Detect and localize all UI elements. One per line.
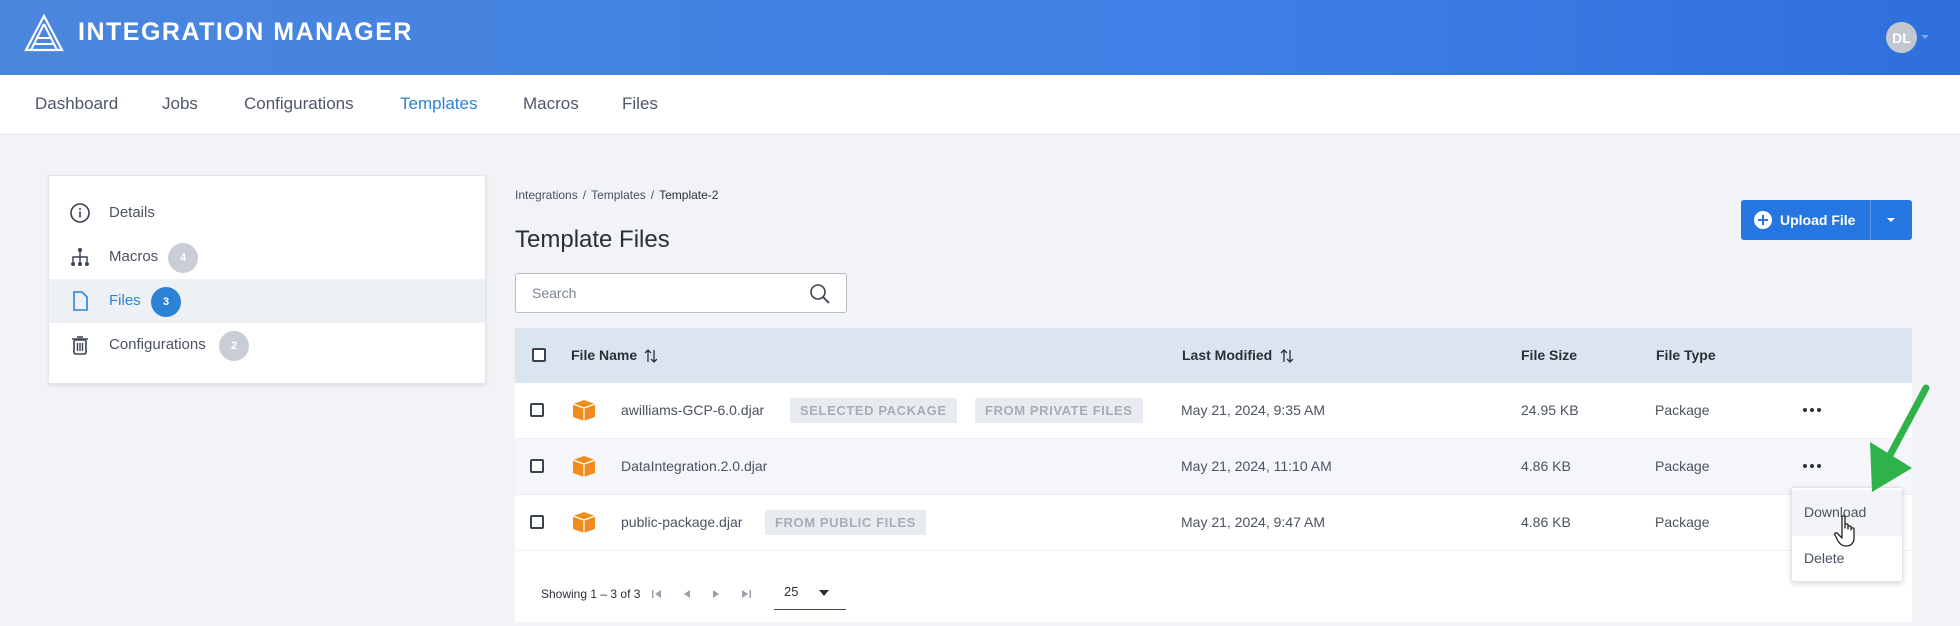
count-badge: 4 (168, 243, 198, 273)
app-title: INTEGRATION MANAGER (78, 18, 413, 46)
search-icon[interactable] (808, 282, 832, 306)
sidebar-item-configurations[interactable]: Configurations 2 (49, 323, 485, 367)
template-sidebar: Details Macros 4 Files 3 Configurations … (48, 175, 486, 384)
breadcrumb-separator: / (650, 188, 655, 202)
tab-macros[interactable]: Macros (523, 94, 579, 114)
row-checkbox[interactable] (530, 459, 544, 473)
avatar[interactable]: DL (1886, 22, 1917, 53)
more-icon[interactable] (1801, 403, 1825, 417)
tab-files[interactable]: Files (622, 94, 658, 114)
file-size: 4.86 KB (1521, 458, 1571, 474)
breadcrumb-current: Template-2 (659, 188, 719, 202)
sort-icon[interactable] (1279, 348, 1295, 364)
rows-per-page-select[interactable]: 25 (774, 578, 846, 610)
page-title: Template Files (515, 226, 670, 253)
trash-icon (72, 336, 88, 355)
source-tag: FROM PRIVATE FILES (975, 398, 1143, 423)
pagination-summary: Showing 1 – 3 of 3 (541, 587, 641, 601)
package-icon (572, 456, 596, 477)
package-icon (572, 400, 596, 421)
file-name[interactable]: awilliams-GCP-6.0.djar (621, 402, 764, 418)
search-input[interactable] (517, 275, 797, 311)
column-header-file-type: File Type (1656, 347, 1716, 363)
first-page-icon[interactable] (651, 588, 663, 600)
plus-circle-icon (1754, 211, 1772, 229)
package-icon (572, 512, 596, 533)
file-type: Package (1655, 514, 1710, 530)
search-box (515, 273, 847, 313)
last-page-icon[interactable] (740, 588, 752, 600)
info-icon (70, 203, 90, 223)
breadcrumb: Integrations / Templates / Template-2 (515, 188, 718, 202)
upload-file-label: Upload File (1780, 212, 1856, 228)
chevron-down-icon (819, 590, 829, 596)
files-table: File Name Last Modified File Size File T… (515, 328, 1912, 622)
select-all-checkbox[interactable] (532, 348, 546, 362)
chevron-down-icon[interactable] (1921, 35, 1929, 39)
mountain-logo-icon[interactable] (24, 14, 64, 52)
selected-package-tag: SELECTED PACKAGE (790, 398, 957, 423)
table-row[interactable]: awilliams-GCP-6.0.djar SELECTED PACKAGE … (515, 383, 1912, 439)
column-header-file-name[interactable]: File Name (571, 347, 637, 363)
last-modified: May 21, 2024, 9:47 AM (1181, 514, 1325, 530)
previous-page-icon[interactable] (681, 588, 693, 600)
row-checkbox[interactable] (530, 515, 544, 529)
file-name[interactable]: DataIntegration.2.0.djar (621, 458, 767, 474)
table-row[interactable]: public-package.djar FROM PUBLIC FILES Ma… (515, 495, 1912, 551)
table-row[interactable]: DataIntegration.2.0.djar May 21, 2024, 1… (515, 439, 1912, 495)
tab-dashboard[interactable]: Dashboard (35, 94, 118, 114)
pagination: Showing 1 – 3 of 3 25 (515, 566, 1912, 622)
file-name[interactable]: public-package.djar (621, 514, 742, 530)
top-header: INTEGRATION MANAGER DL (0, 0, 1960, 75)
sidebar-item-label: Macros (109, 248, 159, 265)
sidebar-item-files[interactable]: Files 3 (49, 279, 485, 323)
annotation-arrow-icon (1870, 384, 1930, 492)
more-icon[interactable] (1801, 459, 1825, 473)
upload-options-dropdown-button[interactable] (1871, 200, 1912, 240)
column-header-file-size: File Size (1521, 347, 1578, 363)
row-checkbox[interactable] (530, 403, 544, 417)
file-size: 24.95 KB (1521, 402, 1579, 418)
count-badge: 2 (219, 331, 249, 361)
table-header: File Name Last Modified File Size File T… (515, 328, 1912, 383)
sidebar-item-label: Files (109, 292, 141, 309)
breadcrumb-separator: / (582, 188, 587, 202)
tab-templates[interactable]: Templates (400, 94, 477, 114)
column-header-last-modified[interactable]: Last Modified (1182, 347, 1272, 363)
count-badge: 3 (151, 287, 181, 317)
source-tag: FROM PUBLIC FILES (765, 510, 926, 535)
sidebar-item-label: Configurations (109, 336, 206, 353)
hand-cursor-icon (1834, 515, 1855, 547)
sidebar-item-details[interactable]: Details (49, 191, 485, 235)
tab-configurations[interactable]: Configurations (244, 94, 354, 114)
file-type: Package (1655, 402, 1710, 418)
breadcrumb-link-integrations[interactable]: Integrations (515, 188, 578, 202)
sort-icon[interactable] (643, 348, 659, 364)
file-icon (73, 291, 88, 311)
next-page-icon[interactable] (710, 588, 722, 600)
tab-jobs[interactable]: Jobs (162, 94, 198, 114)
rows-per-page-value: 25 (784, 584, 799, 599)
sidebar-item-macros[interactable]: Macros 4 (49, 235, 485, 279)
upload-file-split-button: Upload File (1741, 200, 1912, 240)
file-type: Package (1655, 458, 1710, 474)
last-modified: May 21, 2024, 9:35 AM (1181, 402, 1325, 418)
sidebar-item-label: Details (109, 204, 155, 221)
last-modified: May 21, 2024, 11:10 AM (1181, 458, 1332, 474)
file-size: 4.86 KB (1521, 514, 1571, 530)
main-nav: Dashboard Jobs Configurations Templates … (0, 75, 1960, 135)
breadcrumb-link-templates[interactable]: Templates (591, 188, 646, 202)
upload-file-button[interactable]: Upload File (1741, 200, 1870, 240)
hierarchy-icon (71, 248, 89, 266)
